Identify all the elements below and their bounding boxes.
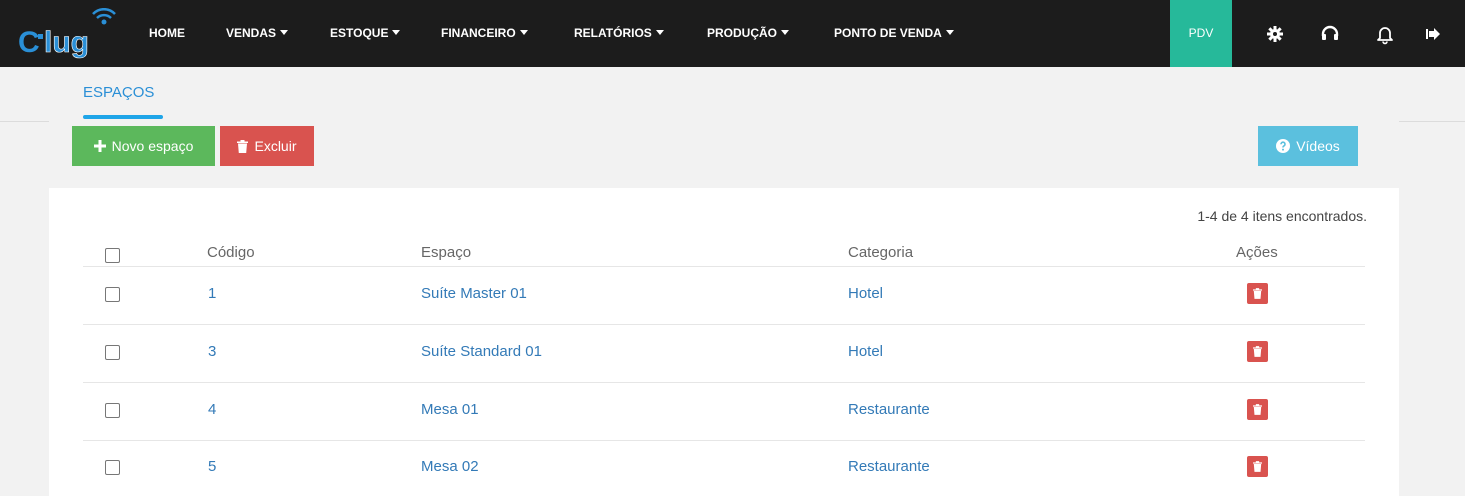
headset-icon[interactable]: [1319, 23, 1341, 45]
results-count: 1-4 de 4 itens encontrados.: [1197, 208, 1367, 224]
divider: [1399, 121, 1465, 122]
breadcrumb-underline: [83, 115, 163, 119]
nav-relatorios[interactable]: RELATÓRIOS: [574, 0, 664, 67]
logout-icon[interactable]: [1424, 23, 1446, 45]
row-code[interactable]: 4: [208, 401, 216, 418]
row-delete-button[interactable]: [1247, 399, 1268, 420]
trash-icon: [237, 139, 249, 153]
row-delete-button[interactable]: [1247, 341, 1268, 362]
delete-label: Excluir: [254, 138, 297, 154]
nav-estoque[interactable]: ESTOQUE: [330, 0, 401, 67]
row-divider: [83, 324, 1365, 325]
new-space-label: Novo espaço: [111, 138, 194, 154]
column-header-actions: Ações: [1236, 244, 1278, 261]
content-card: Novo espaço Excluir Vídeos 1-4 de 4 iten…: [49, 121, 1399, 496]
column-header-code[interactable]: Código: [207, 244, 255, 261]
nav-home[interactable]: HOME: [149, 0, 185, 67]
row-category[interactable]: Hotel: [848, 285, 883, 302]
row-divider: [83, 382, 1365, 383]
row-category[interactable]: Restaurante: [848, 458, 930, 475]
trash-icon: [1253, 461, 1262, 472]
row-space-name[interactable]: Suíte Master 01: [421, 285, 527, 302]
nav-producao[interactable]: PRODUÇÃO: [707, 0, 790, 67]
row-space-name[interactable]: Mesa 02: [421, 458, 479, 475]
delete-button[interactable]: Excluir: [220, 126, 314, 166]
bell-icon[interactable]: [1374, 23, 1396, 45]
plus-icon: [93, 140, 106, 152]
pdv-button[interactable]: PDV: [1170, 0, 1232, 67]
caret-down-icon: [280, 30, 289, 36]
row-checkbox[interactable]: [105, 403, 120, 418]
new-space-button[interactable]: Novo espaço: [72, 126, 215, 166]
videos-button[interactable]: Vídeos: [1258, 126, 1358, 166]
divider: [0, 121, 49, 122]
row-space-name[interactable]: Suíte Standard 01: [421, 343, 542, 360]
page-title: ESPAÇOS: [83, 84, 155, 101]
question-circle-icon: [1276, 139, 1291, 153]
caret-down-icon: [945, 30, 954, 36]
toolbar: Novo espaço Excluir Vídeos: [49, 121, 1399, 188]
row-checkbox[interactable]: [105, 460, 120, 475]
top-navbar: C lug lug HOME VENDAS ESTOQUE FINANCEIRO…: [0, 0, 1465, 67]
row-divider: [83, 440, 1365, 441]
row-category[interactable]: Hotel: [848, 343, 883, 360]
caret-down-icon: [655, 30, 664, 36]
trash-icon: [1253, 404, 1262, 415]
row-checkbox[interactable]: [105, 287, 120, 302]
trash-icon: [1253, 288, 1262, 299]
row-category[interactable]: Restaurante: [848, 401, 930, 418]
nav-ponto-de-venda[interactable]: PONTO DE VENDA: [834, 0, 954, 67]
svg-text:lug: lug: [44, 26, 89, 59]
row-delete-button[interactable]: [1247, 456, 1268, 477]
row-delete-button[interactable]: [1247, 283, 1268, 304]
caret-down-icon: [392, 30, 401, 36]
row-code[interactable]: 3: [208, 343, 216, 360]
nav-vendas[interactable]: VENDAS: [226, 0, 289, 67]
nav-financeiro[interactable]: FINANCEIRO: [441, 0, 528, 67]
gear-icon[interactable]: [1264, 23, 1286, 45]
cplug-logo[interactable]: C lug lug: [16, 8, 126, 60]
row-code[interactable]: 1: [208, 285, 216, 302]
caret-down-icon: [781, 30, 790, 36]
trash-icon: [1253, 346, 1262, 357]
videos-label: Vídeos: [1296, 138, 1340, 154]
select-all-checkbox[interactable]: [105, 248, 120, 263]
svg-text:C: C: [18, 26, 40, 59]
column-header-space[interactable]: Espaço: [421, 244, 471, 261]
header-divider: [83, 266, 1365, 267]
row-code[interactable]: 5: [208, 458, 216, 475]
column-header-category[interactable]: Categoria: [848, 244, 913, 261]
caret-down-icon: [519, 30, 528, 36]
row-checkbox[interactable]: [105, 345, 120, 360]
row-space-name[interactable]: Mesa 01: [421, 401, 479, 418]
